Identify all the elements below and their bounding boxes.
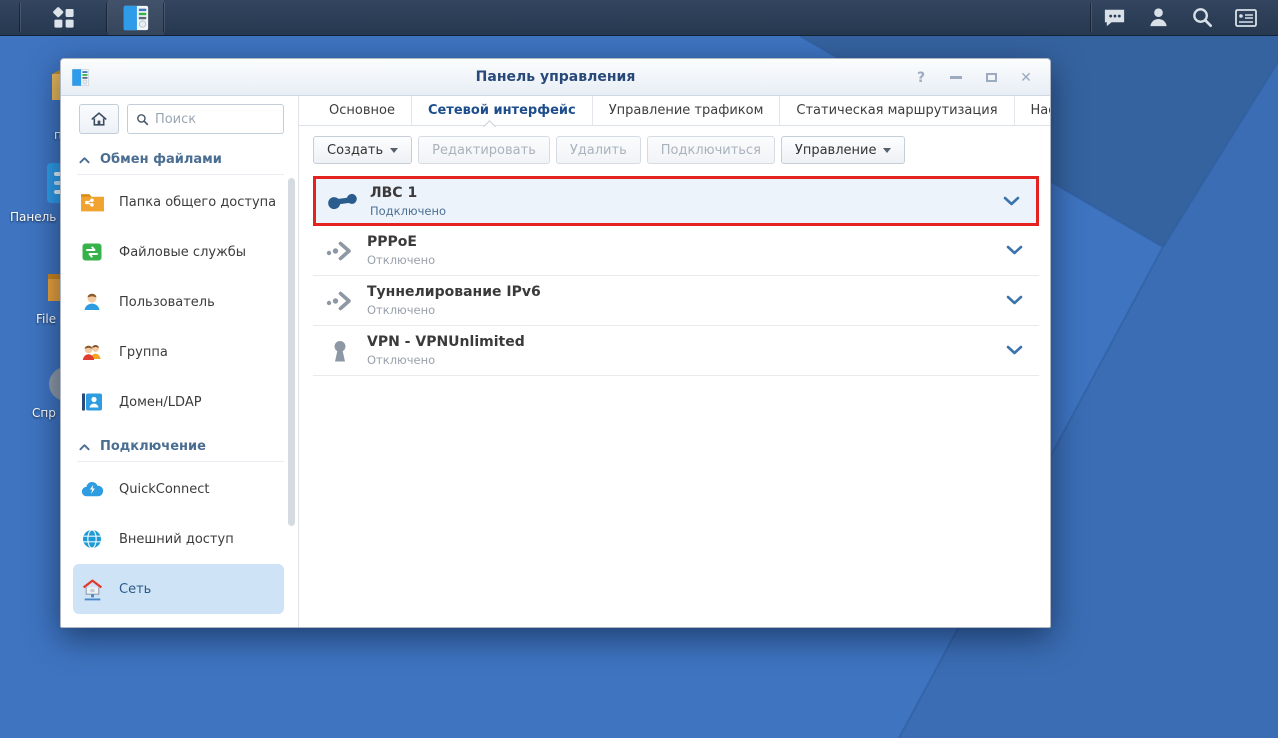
tunnel-icon [313,289,367,313]
edit-button[interactable]: Редактировать [418,136,550,164]
external-access-icon [79,526,105,552]
sidebar-item-label: Внешний доступ [119,531,234,547]
section-label: Подключение [100,439,206,454]
close-icon[interactable]: ✕ [1018,70,1034,86]
dhcp-icon [79,626,105,627]
create-button[interactable]: Создать [313,136,413,164]
control-panel-app-icon [123,5,149,30]
tab-network-interface[interactable]: Сетевой интерфейс [410,96,592,125]
widgets-panel-icon [1235,8,1257,27]
interface-name: VPN - VPNUnlimited [367,334,525,350]
help-icon[interactable]: ? [913,70,929,86]
sidebar-item-network[interactable]: Сеть [73,564,284,614]
sidebar-item-label: QuickConnect [119,481,210,497]
toolbar: Создать Редактировать Удалить Подключить… [299,126,1050,172]
manage-button[interactable]: Управление [780,136,906,164]
search-icon [1192,8,1212,28]
desktop-icon-label: File [36,312,57,326]
tab-settings[interactable]: Настройки [1013,96,1050,125]
sidebar-item-label: Папка общего доступа [119,194,277,210]
desktop-icon-label: Спр [32,406,56,420]
interface-row-vpn[interactable]: VPN - VPNUnlimited Отключено [313,326,1039,376]
chevron-down-icon[interactable] [1003,196,1036,207]
widgets-button[interactable] [1224,0,1268,35]
sidebar-section-connectivity[interactable]: Подключение [77,433,284,462]
sidebar-item-user[interactable]: Пользователь [61,277,298,327]
shared-folder-icon [79,189,105,215]
search-box[interactable] [127,104,284,134]
interface-name: PPPoE [367,234,417,250]
chevron-up-icon [79,443,90,450]
sidebar-item-label: Домен/LDAP [119,394,202,410]
tab-bar: Основное Сетевой интерфейс Управление тр… [299,96,1050,133]
chat-bubble-icon [1104,9,1124,27]
sidebar-item-shared-folder[interactable]: Папка общего доступа [61,177,298,227]
sidebar-item-label: Пользователь [119,294,215,310]
maximize-icon[interactable] [983,70,999,86]
home-button[interactable] [79,104,119,134]
interface-row-lan1[interactable]: ЛВС 1 Подключено [313,176,1039,226]
control-panel-window: Панель управления ? ✕ Поиск Обмен файлам… [60,58,1051,628]
quickconnect-icon [79,476,105,502]
chevron-down-icon[interactable] [1006,295,1039,306]
search-input[interactable] [154,111,275,127]
window-title: Панель управления [475,69,636,85]
sidebar-item-label: Группа [119,344,168,360]
connect-button[interactable]: Подключиться [646,136,775,164]
chevron-down-icon[interactable] [1006,245,1039,256]
group-icon [79,339,105,365]
interface-name: Туннелирование IPv6 [367,284,541,300]
apps-menu-button[interactable] [21,0,107,35]
chevron-down-icon[interactable] [1006,345,1039,356]
notifications-button[interactable] [1092,0,1136,35]
window-titlebar[interactable]: Панель управления ? ✕ [61,59,1050,96]
taskbar-divider [164,3,165,32]
delete-button[interactable]: Удалить [555,136,641,164]
dialup-icon [313,239,367,263]
sidebar-item-domain-ldap[interactable]: Домен/LDAP [61,377,298,427]
sidebar-item-dhcp-server[interactable]: DHCP Server [61,614,298,627]
lan-icon [316,189,370,213]
tab-traffic-control[interactable]: Управление трафиком [591,96,780,125]
user-menu-button[interactable] [1136,0,1180,35]
sidebar-item-label: Сеть [119,581,152,597]
interface-name: ЛВС 1 [370,184,418,201]
dropdown-caret-icon [390,147,399,153]
tab-general[interactable]: Основное [313,96,411,125]
desktop-icon-label: Панель [10,210,57,224]
interface-status: Отключено [367,303,436,317]
home-icon [91,112,107,126]
interface-row-pppoe[interactable]: PPPoE Отключено [313,226,1039,276]
interface-list: ЛВС 1 Подключено PPPoE Отключено Туннели… [313,176,1039,376]
file-services-icon [79,239,105,265]
control-panel-taskbar-button[interactable] [108,0,164,35]
interface-row-ipv6-tunnel[interactable]: Туннелирование IPv6 Отключено [313,276,1039,326]
chevron-up-icon [79,156,90,163]
apps-grid-icon [53,6,74,28]
interface-status: Отключено [367,253,436,267]
domain-ldap-icon [79,389,105,415]
interface-status: Подключено [370,203,447,218]
taskbar [0,0,1278,36]
interface-status: Отключено [367,353,436,367]
sidebar-item-label: Файловые службы [119,244,247,260]
section-label: Обмен файлами [100,152,222,167]
search-button[interactable] [1180,0,1224,35]
tab-static-route[interactable]: Статическая маршрутизация [779,96,1013,125]
minimize-icon[interactable] [948,70,964,86]
dropdown-caret-icon [883,147,892,153]
sidebar-scrollbar[interactable] [288,178,295,526]
vpn-keyhole-icon [313,338,367,364]
user-icon [79,289,105,315]
main-panel: Основное Сетевой интерфейс Управление тр… [299,96,1050,627]
network-icon [79,576,105,602]
sidebar-item-group[interactable]: Группа [61,327,298,377]
sidebar-section-file-sharing[interactable]: Обмен файлами [77,146,284,175]
sidebar-item-external-access[interactable]: Внешний доступ [61,514,298,564]
person-icon [1149,8,1167,27]
sidebar-item-quickconnect[interactable]: QuickConnect [61,464,298,514]
search-icon [137,113,149,125]
sidebar-item-file-services[interactable]: Файловые службы [61,227,298,277]
sidebar: Обмен файлами Папка общего доступа [61,96,299,627]
